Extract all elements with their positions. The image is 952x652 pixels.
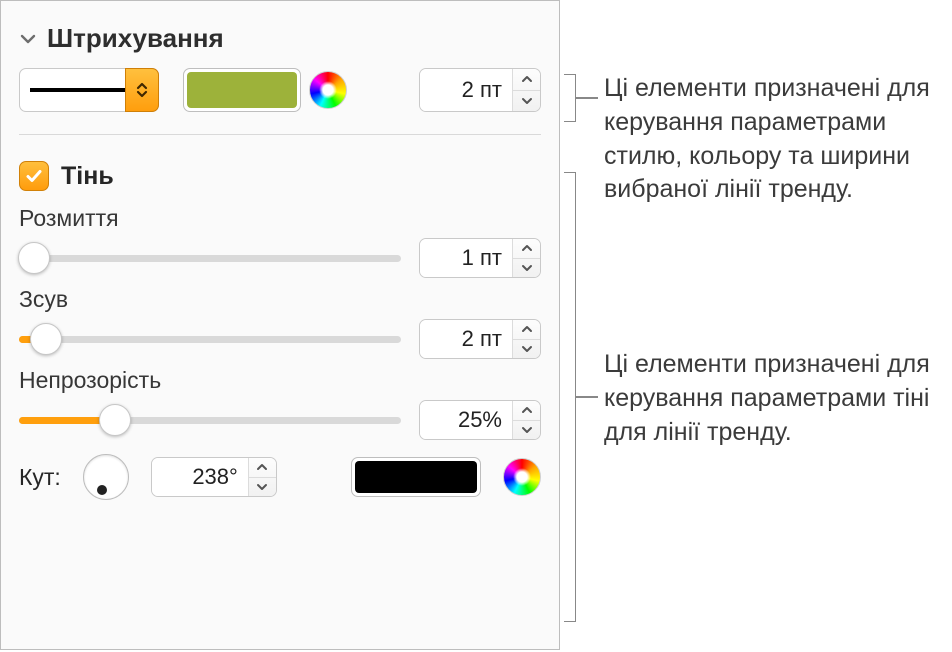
leader-line-icon [576, 396, 598, 398]
angle-stepper[interactable]: 238° [151, 457, 277, 497]
shadow-color-well[interactable] [351, 457, 481, 497]
callouts-area: Ці елементи призначені для керування пар… [560, 0, 952, 652]
stepper-up-icon[interactable] [249, 458, 276, 478]
offset-value[interactable]: 2 пт [420, 320, 512, 358]
stepper-up-icon[interactable] [513, 320, 540, 340]
slider-thumb-icon[interactable] [30, 323, 62, 355]
color-wheel-icon[interactable] [503, 458, 541, 496]
slider-thumb-icon[interactable] [18, 242, 50, 274]
shadow-color-swatch [355, 461, 477, 493]
angle-value[interactable]: 238° [152, 458, 248, 496]
opacity-label: Непрозорість [19, 367, 541, 394]
offset-slider[interactable] [19, 319, 401, 359]
angle-dot-icon [97, 485, 107, 495]
opacity-stepper[interactable]: 25% [419, 400, 541, 440]
stepper-down-icon[interactable] [249, 478, 276, 497]
offset-label: Зсув [19, 286, 541, 313]
shadow-section: Тінь Розмиття 1 пт [19, 135, 541, 500]
shadow-checkbox[interactable] [19, 161, 49, 191]
stepper-down-icon[interactable] [513, 91, 540, 112]
popup-arrows-icon [125, 68, 159, 112]
stepper-down-icon[interactable] [513, 259, 540, 278]
color-wheel-icon[interactable] [309, 71, 347, 109]
line-style-popup[interactable] [19, 68, 159, 112]
bracket-icon [564, 172, 576, 622]
disclosure-triangle-icon[interactable] [19, 30, 37, 48]
angle-label: Кут: [19, 464, 61, 491]
callout-stroke: Ці елементи призначені для керування пар… [604, 72, 952, 207]
stepper-up-icon[interactable] [513, 69, 540, 91]
bracket-icon [564, 74, 576, 122]
stroke-width-value[interactable]: 2 пт [420, 69, 512, 111]
stepper-up-icon[interactable] [513, 239, 540, 259]
stroke-width-stepper[interactable]: 2 пт [419, 68, 541, 112]
shadow-label: Тінь [61, 162, 114, 191]
blur-stepper[interactable]: 1 пт [419, 238, 541, 278]
blur-label: Розмиття [19, 205, 541, 232]
stroke-color-swatch [187, 72, 297, 108]
opacity-value[interactable]: 25% [420, 401, 512, 439]
callout-shadow: Ці елементи призначені для керування пар… [604, 348, 952, 449]
blur-value[interactable]: 1 пт [420, 239, 512, 277]
section-title-stroke: Штрихування [47, 23, 224, 54]
angle-dial[interactable] [83, 454, 129, 500]
stepper-down-icon[interactable] [513, 421, 540, 440]
opacity-slider[interactable] [19, 400, 401, 440]
stepper-down-icon[interactable] [513, 340, 540, 359]
stepper-up-icon[interactable] [513, 401, 540, 421]
leader-line-icon [576, 97, 598, 99]
blur-slider[interactable] [19, 238, 401, 278]
stroke-controls-row: 2 пт [19, 68, 541, 135]
stroke-color-well[interactable] [183, 68, 301, 112]
offset-stepper[interactable]: 2 пт [419, 319, 541, 359]
inspector-panel: Штрихування 2 пт [0, 0, 560, 650]
slider-thumb-icon[interactable] [99, 404, 131, 436]
